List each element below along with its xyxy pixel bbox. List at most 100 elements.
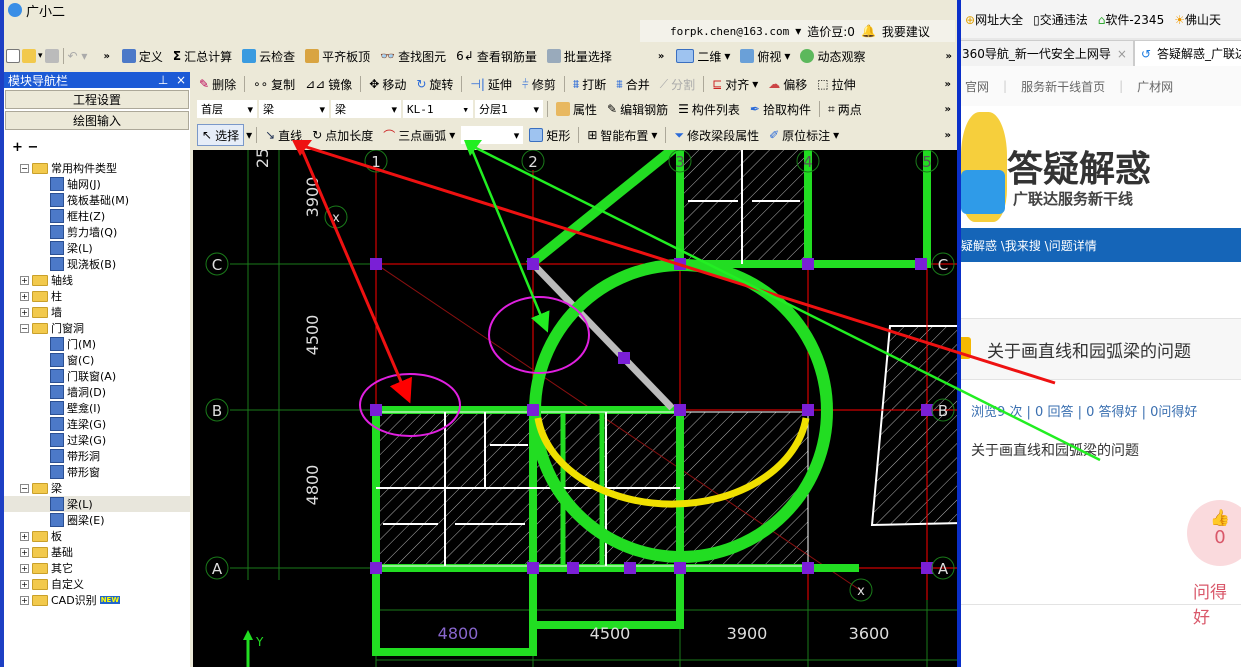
- mirror-button[interactable]: ⊿⊿ 镜像: [301, 73, 356, 95]
- edit-rebar-button[interactable]: ✎ 编辑钢筋: [603, 98, 672, 120]
- column-node[interactable]: [370, 562, 382, 574]
- expand-icon[interactable]: +: [20, 291, 29, 301]
- floor-select[interactable]: 首层 ▾: [197, 100, 257, 118]
- properties-button[interactable]: 属性: [552, 98, 601, 120]
- pick-component-button[interactable]: ✒ 拾取构件: [746, 98, 815, 120]
- view-rebar-button[interactable]: 6↲ 查看钢筋量: [452, 45, 541, 67]
- column-node[interactable]: [802, 258, 814, 270]
- column-node[interactable]: [370, 404, 382, 416]
- stretch-button[interactable]: ⬚ 拉伸: [813, 73, 859, 95]
- column-node[interactable]: [915, 258, 927, 270]
- column-node[interactable]: [527, 258, 539, 270]
- column-node[interactable]: [624, 562, 636, 574]
- expand-icon[interactable]: +: [20, 275, 29, 285]
- drawing-canvas[interactable]: 1 2 3 4 5 C B A C B A x x 25 3900 4500 4…: [193, 150, 957, 667]
- rotate-button[interactable]: ↻ 旋转: [412, 73, 457, 95]
- tree-item[interactable]: 轴网(J): [4, 176, 190, 192]
- more-icon[interactable]: »: [942, 51, 956, 62]
- tree-item[interactable]: 过梁(G): [4, 432, 190, 448]
- collapse-icon[interactable]: −: [20, 163, 29, 173]
- orbit-button[interactable]: 动态观察: [796, 45, 869, 67]
- feedback-button[interactable]: 我要建议: [882, 23, 930, 40]
- bookmark[interactable]: ⌂软件-2345: [1098, 11, 1165, 28]
- align-slab-top-button[interactable]: 平齐板顶: [301, 45, 374, 67]
- tree-item[interactable]: 门(M): [4, 336, 190, 352]
- tree-item[interactable]: 剪力墙(Q): [4, 224, 190, 240]
- tree-item[interactable]: + 轴线: [4, 272, 190, 288]
- tree-item[interactable]: 梁(L): [4, 240, 190, 256]
- column-node[interactable]: [370, 258, 382, 270]
- chevron-down-icon[interactable]: ▾: [38, 51, 43, 61]
- tree-item[interactable]: + 板: [4, 528, 190, 544]
- more-icon[interactable]: »: [941, 79, 955, 90]
- tree-item[interactable]: 壁龛(I): [4, 400, 190, 416]
- project-settings-button[interactable]: 工程设置: [5, 90, 189, 109]
- tree-item[interactable]: + 基础: [4, 544, 190, 560]
- column-node[interactable]: [567, 562, 579, 574]
- more-icon[interactable]: »: [941, 104, 955, 115]
- inplace-annotation-dropdown[interactable]: ✐ 原位标注 ▾: [765, 124, 843, 146]
- column-node[interactable]: [674, 258, 686, 270]
- drawing-input-button[interactable]: 绘图输入: [5, 111, 189, 130]
- column-node[interactable]: [618, 352, 630, 364]
- expand-icon[interactable]: +: [20, 531, 29, 541]
- chevron-down-icon[interactable]: ▾: [246, 128, 252, 142]
- rectangle-button[interactable]: 矩形: [525, 124, 574, 146]
- more-icon[interactable]: »: [103, 51, 109, 62]
- two-points-button[interactable]: ⌗ 两点: [824, 98, 866, 120]
- define-button[interactable]: 定义: [118, 45, 167, 67]
- user-account[interactable]: forpk.chen@163.com: [670, 25, 789, 38]
- column-node[interactable]: [921, 562, 933, 574]
- collapse-icon[interactable]: −: [20, 323, 29, 333]
- tree-item[interactable]: + 柱: [4, 288, 190, 304]
- column-node[interactable]: [802, 404, 814, 416]
- copy-button[interactable]: ∘∘ 复制: [249, 73, 299, 95]
- tree-item[interactable]: − 门窗洞: [4, 320, 190, 336]
- tree-item[interactable]: 梁(L): [4, 496, 190, 512]
- split-button[interactable]: ⟋ 分割: [656, 73, 699, 95]
- more-icon[interactable]: »: [658, 51, 664, 62]
- expand-all-icon[interactable]: +: [12, 140, 23, 155]
- component-list-button[interactable]: ☰ 构件列表: [674, 98, 744, 120]
- line-button[interactable]: ↘ 直线: [261, 124, 306, 146]
- summary-calc-button[interactable]: Σ 汇总计算: [169, 45, 236, 67]
- nav-link[interactable]: 官网: [965, 78, 989, 95]
- tab-qa[interactable]: ↺ 答疑解惑_广联达服: [1133, 40, 1241, 66]
- more-icon[interactable]: »: [941, 130, 955, 141]
- offset-button[interactable]: ☁ 偏移: [764, 73, 811, 95]
- move-button[interactable]: ✥ 移动: [365, 73, 410, 95]
- trim-button[interactable]: ⫩ 修剪: [518, 73, 560, 95]
- tree-item[interactable]: − 梁: [4, 480, 190, 496]
- expand-icon[interactable]: +: [20, 563, 29, 573]
- close-icon[interactable]: ×: [176, 73, 186, 87]
- point-length-button[interactable]: ↻ 点加长度: [308, 124, 377, 146]
- select-button[interactable]: ↖ 选择: [197, 124, 245, 146]
- new-file-icon[interactable]: [6, 49, 20, 63]
- tree-item[interactable]: 圈梁(E): [4, 512, 190, 528]
- tree-item[interactable]: 窗(C): [4, 352, 190, 368]
- tree-item[interactable]: 框柱(Z): [4, 208, 190, 224]
- bell-icon[interactable]: 🔔: [861, 24, 876, 38]
- align-dropdown[interactable]: ⊑ 对齐 ▾: [708, 73, 762, 95]
- batch-select-button[interactable]: 批量选择: [543, 45, 616, 67]
- tab-360-nav[interactable]: 360导航_新一代安全上网导 ×: [961, 40, 1134, 66]
- like-button[interactable]: 👍 0: [1187, 500, 1241, 566]
- open-folder-icon[interactable]: [22, 49, 36, 63]
- tree-item[interactable]: 筏板基础(M): [4, 192, 190, 208]
- tree-item[interactable]: 带形窗: [4, 464, 190, 480]
- break-button[interactable]: ⩩ 打断: [569, 73, 610, 95]
- expand-icon[interactable]: +: [20, 307, 29, 317]
- slab[interactable]: [870, 325, 957, 527]
- column-node[interactable]: [527, 404, 539, 416]
- component-type-select[interactable]: 梁 ▾: [259, 100, 329, 118]
- expand-icon[interactable]: +: [20, 579, 29, 589]
- close-icon[interactable]: ×: [1117, 47, 1127, 61]
- undo-icon[interactable]: ↶ ▾: [68, 49, 88, 63]
- pin-icon[interactable]: ⊥: [158, 73, 168, 87]
- tree-item[interactable]: + 其它: [4, 560, 190, 576]
- three-point-arc-button[interactable]: ⌒ 三点画弧 ▾: [379, 124, 459, 146]
- expand-icon[interactable]: +: [20, 547, 29, 557]
- bookmark[interactable]: ⊕网址大全: [965, 11, 1023, 28]
- collapse-icon[interactable]: −: [20, 483, 29, 493]
- find-element-button[interactable]: 👓 查找图元: [376, 45, 450, 67]
